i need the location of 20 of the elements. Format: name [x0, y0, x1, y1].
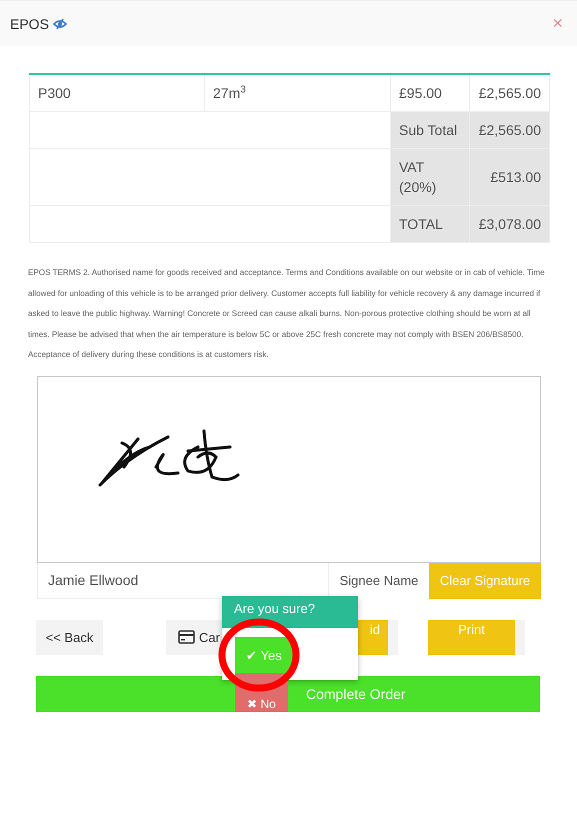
clear-signature-button[interactable]: Clear Signature: [429, 562, 541, 598]
field-label: Signee Name: [338, 572, 420, 590]
close-button[interactable]: ×: [548, 13, 567, 34]
window-title: EPOS: [10, 16, 49, 32]
summary-value: £513.00: [470, 148, 550, 206]
table-cell: P300: [30, 74, 204, 112]
terms-paragraph: EPOS TERMS 2. Authorised name for goods received and acceptance. Terms and Conditions available on our website or in cab of vehicle. Time allowed for unloading of this vehicle is to be arranged prior delivery. Customer accepts full liability for vehicle recovery & any damage incurred if asked to leave the public highway. Warning! Concrete or Screed can cause alkali burns. Non-porous protective clothing should be worn at all times. Please be advised that when the air temperature is below 5C or above 25C fresh concrete may not comply with BSEN 206/BS8500. Acceptance of delivery during these conditions is at customers risk.: [28, 267, 546, 361]
summary-label: VAT (20%): [390, 148, 470, 206]
eye-slash-icon[interactable]: [52, 18, 67, 30]
name-field[interactable]: Jamie Ellwood: [37, 562, 329, 598]
summary-value: £3,078.00: [470, 206, 550, 242]
summary-value: £2,565.00: [470, 112, 550, 148]
table-cell: 27m$^{3}$: [204, 74, 390, 112]
yes-button[interactable]: ✔ Yes: [235, 637, 293, 673]
credit-card-icon: [178, 630, 195, 644]
print-button[interactable]: Print: [428, 620, 515, 654]
popover-title: Are you sure?: [222, 596, 358, 628]
back-button[interactable]: << Back: [36, 620, 103, 654]
summary-label: TOTAL: [390, 206, 470, 242]
summary-label: Sub Total: [390, 112, 470, 148]
